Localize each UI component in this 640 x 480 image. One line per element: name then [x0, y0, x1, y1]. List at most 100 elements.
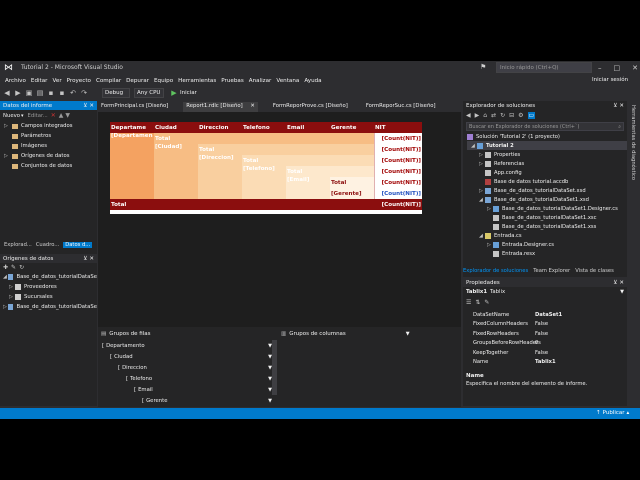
tree-item[interactable]: ▷ Proveedores [3, 282, 97, 292]
tree-item[interactable]: Solución 'Tutorial 2' (1 proyecto) [467, 132, 627, 141]
back-icon[interactable]: ◀ [466, 112, 471, 119]
menu-depurar[interactable]: Depurar [126, 78, 149, 84]
tree-item[interactable]: ▷ Orígenes de datos [4, 151, 97, 161]
tree-item[interactable]: ▷ Referencias [467, 159, 627, 168]
tab-report-data[interactable]: Datos d... [63, 242, 93, 248]
header-cell[interactable]: Email [286, 122, 330, 133]
property-value[interactable]: False [535, 321, 548, 327]
count-cell[interactable]: [Count(NIT)] [373, 177, 422, 188]
grouping-options-icon[interactable]: ▼ [406, 331, 410, 337]
close-pane-icon[interactable]: ✕ [619, 103, 624, 109]
chevron-down-icon[interactable]: ▼ [268, 398, 272, 404]
new-file-icon[interactable]: ▣ [25, 89, 33, 97]
row-group-item[interactable]: [Direccion ▼ [102, 362, 272, 373]
add-datasource-icon[interactable]: ✚ [3, 264, 8, 271]
preview-icon[interactable]: ▭ [527, 112, 536, 119]
property-row[interactable]: GroupsBeforeRowHeaders 0 [463, 339, 627, 349]
back-icon[interactable]: ◀ [3, 89, 11, 97]
tab-formreporsuc[interactable]: FormReporSuc.cs [Diseño] [363, 102, 439, 112]
collapse-icon[interactable]: ⊟ [509, 112, 514, 119]
tab-formprincipal[interactable]: FormPrincipal.cs [Diseño] [98, 102, 171, 112]
tab-solution-explorer[interactable]: Explorador de soluciones [463, 268, 528, 274]
start-button[interactable]: Iniciar [180, 90, 197, 96]
sync-icon[interactable]: ⇄ [491, 112, 496, 119]
menu-ventana[interactable]: Ventana [276, 78, 299, 84]
property-value[interactable]: False [535, 331, 548, 337]
count-cell[interactable]: [Count(NIT)] [373, 155, 422, 166]
save-all-icon[interactable]: ▪ [58, 89, 66, 97]
menu-ver[interactable]: Ver [52, 78, 61, 84]
total-cell[interactable]: Total [154, 133, 374, 144]
move-up-icon[interactable]: ▲ [59, 112, 64, 119]
menu-archivo[interactable]: Archivo [5, 78, 26, 84]
tree-item[interactable]: Conjuntos de datos [4, 161, 97, 171]
tab-team-explorer[interactable]: Team Explorer [533, 268, 570, 274]
group-cell[interactable]: [Email] [286, 177, 330, 199]
tree-item[interactable]: ◢ Tutorial 2 [467, 141, 627, 150]
new-dropdown-arrow-icon[interactable]: ▾ [21, 113, 24, 119]
tree-item[interactable]: ◢ Base_de_datos_tutorialDataSet1.xsd [467, 195, 627, 204]
group-cell[interactable]: [Direccion] [198, 155, 242, 199]
grand-count-cell[interactable]: [Count(NIT)] [374, 199, 422, 210]
property-row[interactable]: DataSetName DataSet1 [463, 310, 627, 320]
property-row[interactable]: Name Tablix1 [463, 358, 627, 368]
refresh-icon[interactable]: ↻ [500, 112, 505, 119]
notification-flag-icon[interactable]: ⚑ [480, 63, 486, 71]
delete-icon[interactable]: ✕ [51, 112, 56, 119]
tree-item[interactable]: Base de datos tutorial.accdb [467, 177, 627, 186]
menu-ayuda[interactable]: Ayuda [304, 78, 321, 84]
save-icon[interactable]: ▪ [47, 89, 55, 97]
menu-herramientas[interactable]: Herramientas [178, 78, 216, 84]
maximize-icon[interactable]: □ [614, 64, 621, 72]
move-down-icon[interactable]: ▼ [65, 112, 70, 119]
close-pane-icon[interactable]: ✕ [619, 280, 624, 286]
header-cell[interactable]: Telefono [242, 122, 286, 133]
chevron-down-icon[interactable]: ▼ [620, 289, 624, 295]
tree-item[interactable]: Entrada.resx [467, 249, 627, 258]
tree-item[interactable]: App.config [467, 168, 627, 177]
property-value[interactable]: 0 [535, 340, 538, 346]
row-group-item[interactable]: [Gerente ▼ [102, 395, 272, 406]
tree-item[interactable]: ◢ Entrada.cs [467, 231, 627, 240]
tree-item[interactable]: ◢ Base_de_datos_tutorialDataSe [3, 272, 97, 282]
tree-item[interactable]: ▷ Entrada.Designer.cs [467, 240, 627, 249]
search-icon[interactable]: ⌕ [618, 124, 621, 130]
tab-formreporprove[interactable]: FormReporProve.cs [Diseño] [270, 102, 351, 112]
menu-analizar[interactable]: Analizar [249, 78, 272, 84]
categorized-icon[interactable]: ☰ [466, 299, 471, 306]
menu-compilar[interactable]: Compilar [96, 78, 121, 84]
total-cell[interactable]: Total [286, 166, 374, 177]
edit-dataset-icon[interactable]: ✎ [11, 264, 16, 271]
header-cell[interactable]: Departame [110, 122, 154, 133]
open-icon[interactable]: ▤ [36, 89, 44, 97]
pin-icon[interactable]: ⊻ [83, 256, 87, 262]
diagnostic-tools-tab[interactable]: Herramientas de diagnóstico [630, 105, 636, 180]
properties-icon[interactable]: ⚙ [518, 112, 523, 119]
menu-editar[interactable]: Editar [31, 78, 48, 84]
property-value[interactable]: False [535, 350, 548, 356]
alphabetical-icon[interactable]: ⇅ [475, 299, 480, 306]
close-pane-icon[interactable]: ✕ [89, 256, 94, 262]
total-cell[interactable]: Total [242, 155, 374, 166]
header-cell[interactable]: NIT [374, 122, 422, 133]
group-cell[interactable]: [Departamen [110, 133, 154, 199]
tablix[interactable]: Departame Ciudad Direccion Telefono Emai… [110, 122, 422, 214]
new-dropdown[interactable]: Nuevo [3, 113, 20, 119]
tab-class-view[interactable]: Vista de clases [575, 268, 614, 274]
menu-proyecto[interactable]: Proyecto [67, 78, 91, 84]
tree-item[interactable]: ▷ Base_de_datos_tutorialDataSe [3, 302, 97, 312]
row-group-item[interactable]: [Ciudad ▼ [102, 351, 272, 362]
grand-total-cell[interactable]: Total [110, 199, 374, 210]
tree-item[interactable]: Base_de_datos_tutorialDataSet1.xsc [467, 213, 627, 222]
property-row[interactable]: KeepTogether False [463, 348, 627, 358]
group-cell[interactable]: [Telefono] [242, 166, 286, 199]
refresh-icon[interactable]: ↻ [19, 264, 24, 271]
forward-icon[interactable]: ▶ [475, 112, 480, 119]
header-cell[interactable]: Direccion [198, 122, 242, 133]
platform-select[interactable]: Any CPU [134, 87, 164, 98]
row-groups-scrollbar[interactable] [272, 340, 277, 395]
total-cell[interactable]: Total [198, 144, 374, 155]
close-pane-icon[interactable]: ✕ [89, 103, 94, 109]
tree-item[interactable]: Imágenes [4, 141, 97, 151]
tab-close-icon[interactable]: ✕ [250, 103, 254, 109]
